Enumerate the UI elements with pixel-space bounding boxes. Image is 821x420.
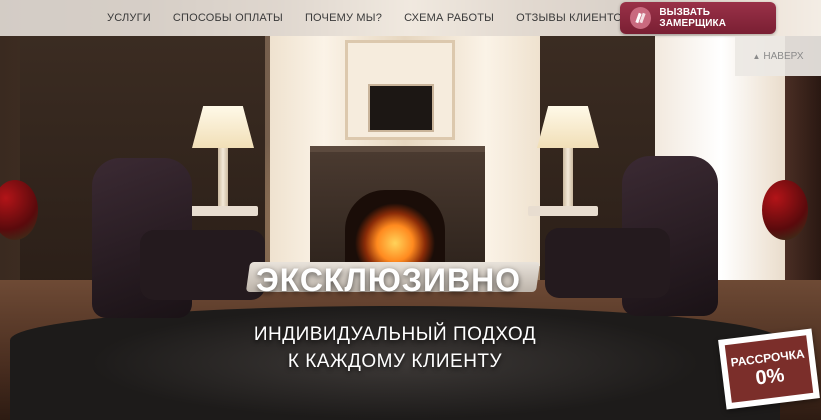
sidetable-left [188, 206, 258, 216]
installment-value: 0% [754, 364, 786, 390]
roses-right [762, 180, 808, 240]
lamp-left-base [218, 148, 228, 206]
back-to-top-button[interactable]: ▲ НАВЕРХ [735, 36, 821, 76]
tv-screen [368, 84, 434, 132]
main-nav: УСЛУГИ СПОСОБЫ ОПЛАТЫ ПОЧЕМУ МЫ? СХЕМА Р… [96, 0, 641, 36]
nav-item-why-us[interactable]: ПОЧЕМУ МЫ? [294, 12, 393, 24]
top-navigation-bar: УСЛУГИ СПОСОБЫ ОПЛАТЫ ПОЧЕМУ МЫ? СХЕМА Р… [0, 0, 821, 36]
ruler-pencil-icon [630, 7, 652, 29]
call-measurer-label: ВЫЗВАТЬ ЗАМЕРЩИКА [659, 7, 727, 29]
nav-item-workflow[interactable]: СХЕМА РАБОТЫ [393, 12, 505, 24]
lamp-right-base [563, 148, 573, 206]
nav-item-services[interactable]: УСЛУГИ [96, 12, 162, 24]
back-to-top-label: НАВЕРХ [763, 50, 804, 62]
hero-subline-1: ИНДИВИДУАЛЬНЫЙ ПОДХОД [253, 324, 537, 345]
fire [345, 190, 445, 266]
installment-badge[interactable]: РАССРОЧКА 0% [718, 328, 820, 410]
hero-headline: ЭКСКЛЮЗИВНО [255, 262, 522, 298]
sidetable-right [528, 206, 598, 216]
nav-item-payment[interactable]: СПОСОБЫ ОПЛАТЫ [162, 12, 294, 24]
arrow-up-icon: ▲ [752, 51, 761, 61]
installment-badge-inner: РАССРОЧКА 0% [724, 335, 814, 403]
hero-subline-2: К КАЖДОМУ КЛИЕНТУ [287, 351, 503, 372]
call-measurer-button[interactable]: ВЫЗВАТЬ ЗАМЕРЩИКА [620, 2, 776, 34]
